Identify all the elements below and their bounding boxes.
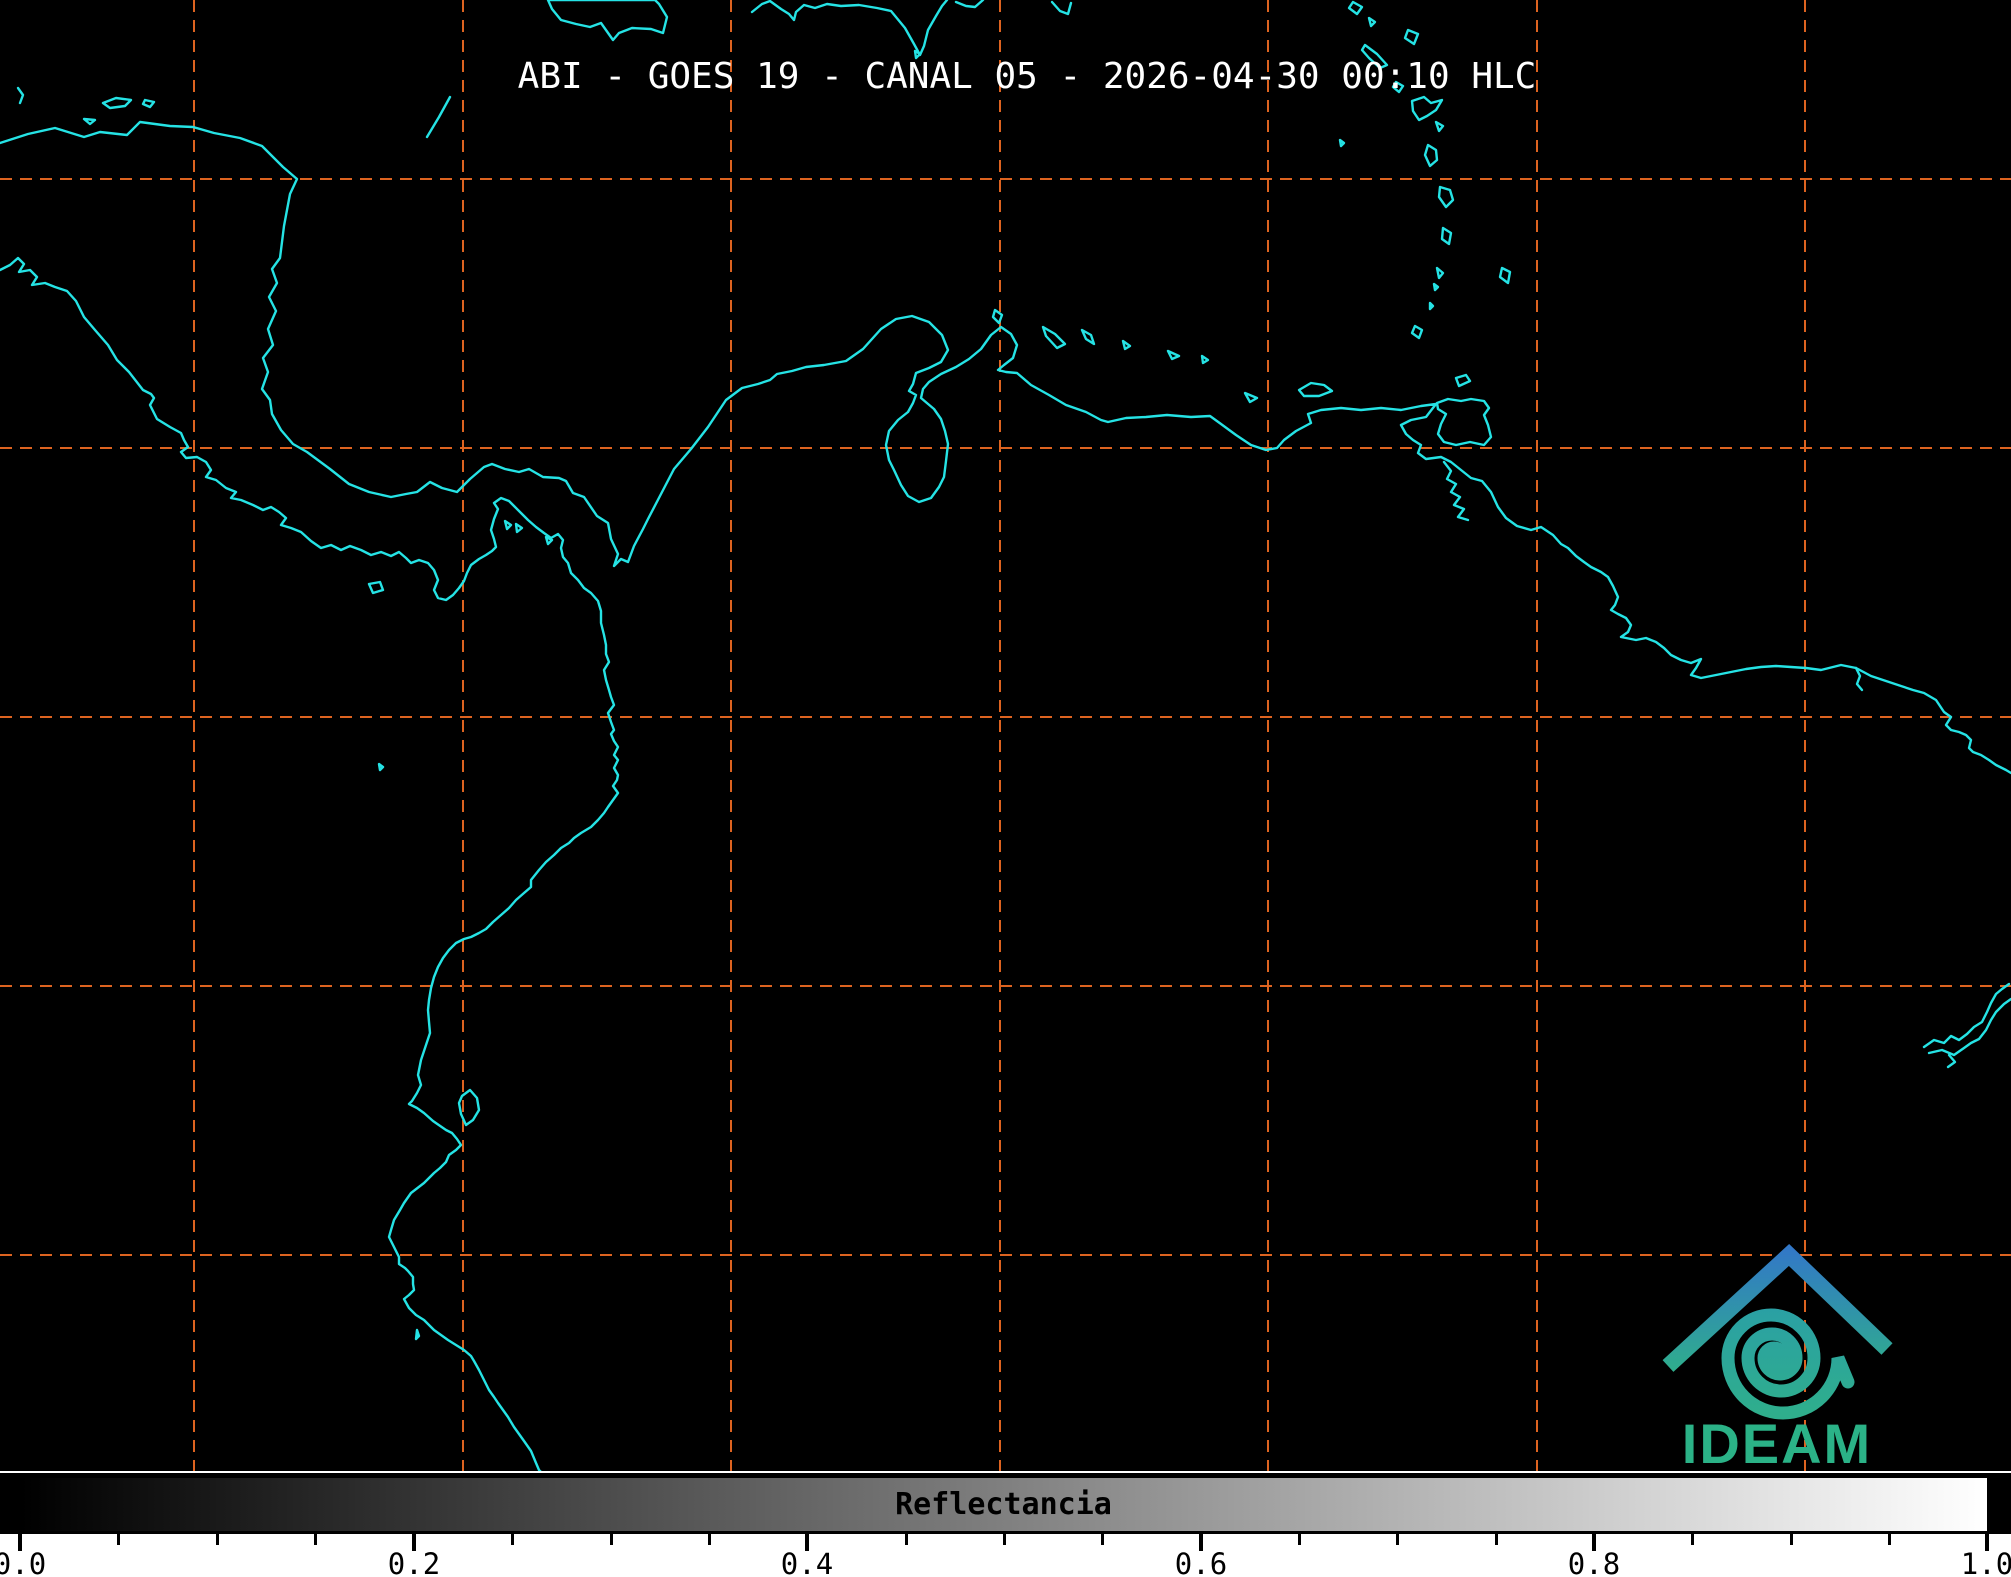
colorbar-tick-minor xyxy=(1495,1534,1498,1545)
colorbar-tick-label: 0.0 xyxy=(0,1547,47,1577)
colorbar-tick-minor xyxy=(314,1534,317,1545)
colorbar-label: Reflectancia xyxy=(895,1486,1112,1522)
ideam-logo-text: IDEAM xyxy=(1682,1412,1872,1475)
colorbar-tick-minor xyxy=(117,1534,120,1545)
colorbar-tick-label: 0.6 xyxy=(1174,1547,1228,1577)
ideam-logo: IDEAM xyxy=(1662,1244,1893,1475)
colorbar-tick-label: 0.2 xyxy=(387,1547,441,1577)
colorbar-tick-minor xyxy=(1396,1534,1399,1545)
colorbar-tick-minor xyxy=(1101,1534,1104,1545)
satellite-image-viewport: ABI - GOES 19 - CANAL 05 - 2026-04-30 00… xyxy=(0,0,2011,1577)
colorbar-tick-minor xyxy=(905,1534,908,1545)
colorbar-tick-minor xyxy=(610,1534,613,1545)
colorbar-tick-minor xyxy=(1298,1534,1301,1545)
colorbar-axis: 0.0 0.2 0.4 0.6 0.8 1.0 xyxy=(0,1534,2011,1577)
colorbar-tick-minor xyxy=(1888,1534,1891,1545)
colorbar-tick-minor xyxy=(1691,1534,1694,1545)
reflectance-colorbar: Reflectancia xyxy=(17,1475,1990,1534)
colorbar-tick-label: 0.8 xyxy=(1567,1547,1621,1577)
colorbar-tick-minor xyxy=(511,1534,514,1545)
ideam-logo-swirl xyxy=(1721,1308,1855,1420)
colorbar-tick-minor xyxy=(708,1534,711,1545)
colorbar-tick-label: 0.4 xyxy=(780,1547,834,1577)
colorbar-tick-minor xyxy=(1003,1534,1006,1545)
colorbar-tick-minor xyxy=(1790,1534,1793,1545)
colorbar-tick-label: 1.0 xyxy=(1960,1547,2011,1577)
colorbar-tick-minor xyxy=(216,1534,219,1545)
map-bottom-spine xyxy=(0,1471,2011,1473)
